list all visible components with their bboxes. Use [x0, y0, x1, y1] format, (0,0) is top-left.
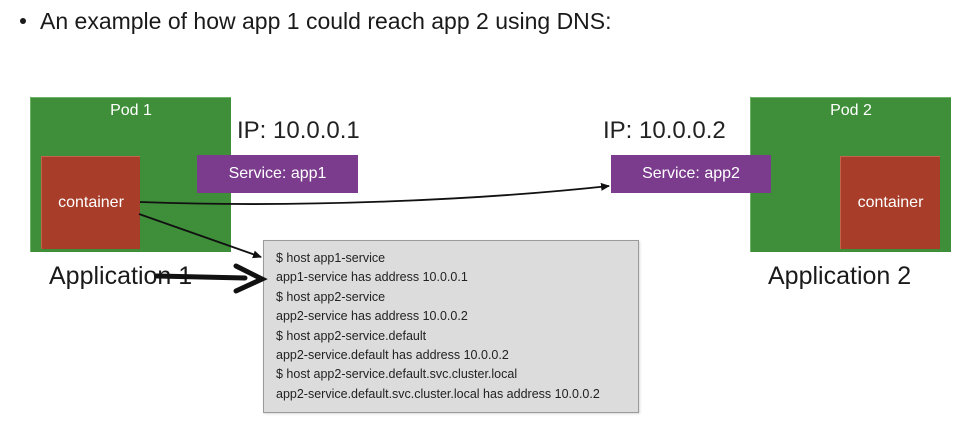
arrows-layer	[138, 182, 610, 294]
arrow-container-to-service-app2	[139, 182, 610, 205]
arrow-container-to-terminal	[138, 213, 262, 259]
thick-pointer-arrow	[154, 273, 248, 281]
